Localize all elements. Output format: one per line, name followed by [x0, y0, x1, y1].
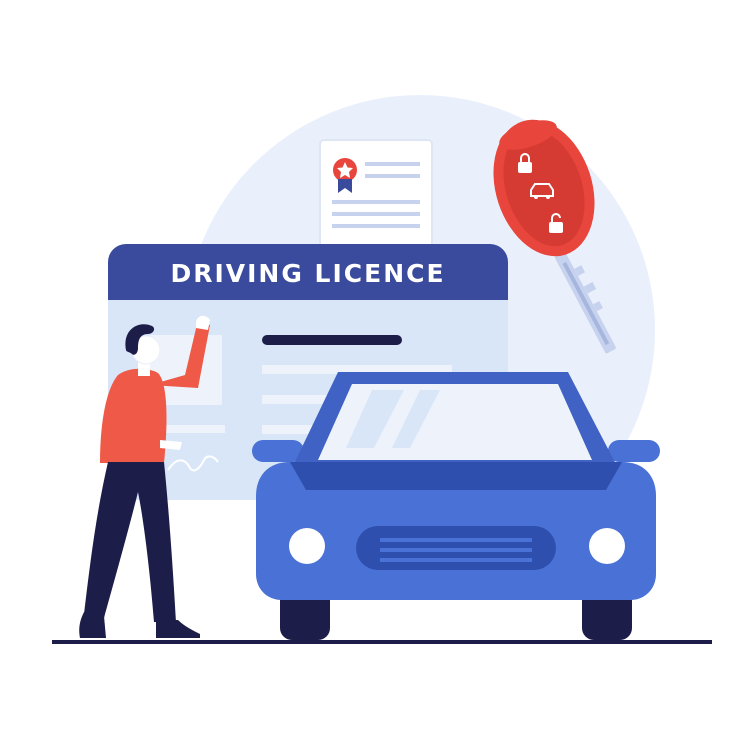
- certificate-icon: [319, 139, 433, 251]
- driving-licence-illustration: [52, 95, 712, 644]
- headlight-left: [289, 528, 325, 564]
- ground-line: [52, 640, 712, 644]
- mirror-right: [608, 440, 660, 462]
- mirror-left: [252, 440, 304, 462]
- headlight-right: [589, 528, 625, 564]
